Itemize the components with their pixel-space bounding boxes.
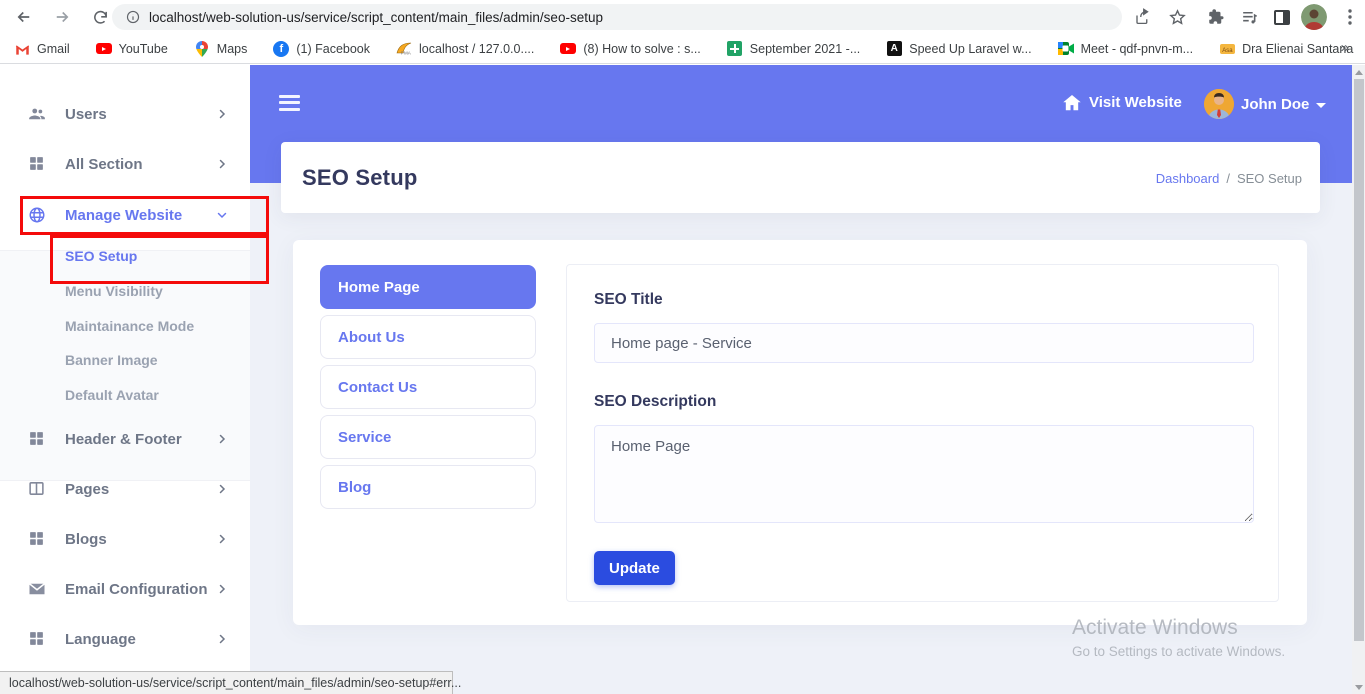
users-icon [28,105,46,123]
bookmark-gmail[interactable]: Gmail [14,41,70,57]
phpmyadmin-icon: PMA [396,41,412,57]
chevron-down-icon [216,209,228,221]
chrome-menu-icon[interactable] [1337,5,1363,29]
sidebar: Users All Section Manage Website SEO Set… [0,65,250,694]
side-panel-icon[interactable] [1269,5,1295,29]
caret-down-icon [1316,103,1326,108]
profile-avatar[interactable] [1301,5,1327,29]
link-status-bar: localhost/web-solution-us/service/script… [0,671,453,694]
chevron-right-icon [216,108,228,120]
activate-windows-watermark: Activate Windows Go to Settings to activ… [1072,616,1285,659]
chevron-right-icon [216,583,228,595]
submenu-item-default-avatar[interactable]: Default Avatar [0,380,250,410]
reload-icon[interactable] [88,5,112,29]
chevron-right-icon [216,533,228,545]
sidebar-item-manage-website[interactable]: Manage Website [0,198,250,232]
envelope-icon [28,580,46,598]
svg-text:PMA: PMA [401,51,411,56]
user-menu[interactable]: John Doe [1241,96,1326,113]
calendar-icon [727,41,743,57]
tab-home-page[interactable]: Home Page [320,265,536,309]
site-logo-icon: Asa [1219,41,1235,57]
site-info-icon[interactable] [126,10,140,24]
visit-website-link[interactable]: Visit Website [1063,94,1182,111]
tab-service[interactable]: Service [320,415,536,459]
tab-blog[interactable]: Blog [320,465,536,509]
page-header-card: SEO Setup Dashboard / SEO Setup [281,142,1320,213]
scroll-up-arrow[interactable] [1352,65,1365,79]
bookmark-youtube[interactable]: YouTube [96,41,168,57]
grid-icon [28,430,46,448]
tab-about-us[interactable]: About Us [320,315,536,359]
chevron-right-icon [216,433,228,445]
sidebar-item-header-footer[interactable]: Header & Footer [0,422,250,456]
tab-contact-us[interactable]: Contact Us [320,365,536,409]
bookmarks-overflow-chevron[interactable]: » [1341,39,1349,56]
home-icon [1063,95,1081,111]
breadcrumb-dashboard-link[interactable]: Dashboard [1156,171,1220,186]
extensions-puzzle-icon[interactable] [1203,5,1229,29]
grid-icon [28,630,46,648]
globe-icon [28,206,46,224]
breadcrumb-current: SEO Setup [1237,171,1302,186]
user-avatar[interactable] [1204,89,1234,119]
columns-icon [28,480,46,498]
page-title: SEO Setup [302,165,418,191]
bookmark-dra-elienai[interactable]: Asa Dra Elienai Santana [1219,41,1353,57]
breadcrumb-separator: / [1226,171,1230,186]
bookmark-phpmyadmin[interactable]: PMA localhost / 127.0.0.... [396,41,534,57]
sidebar-item-all-section[interactable]: All Section [0,147,250,181]
bookmark-facebook[interactable]: f (1) Facebook [273,41,370,57]
seo-description-textarea[interactable]: Home Page [594,425,1254,523]
sidebar-item-pages[interactable]: Pages [0,472,250,506]
submenu-item-seo-setup[interactable]: SEO Setup [0,241,250,271]
submenu-item-menu-visibility[interactable]: Menu Visibility [0,276,250,306]
page-scrollbar[interactable] [1352,65,1365,694]
back-icon[interactable] [12,5,36,29]
grid-icon [28,155,46,173]
sidebar-item-users[interactable]: Users [0,97,250,131]
bookmark-maps[interactable]: Maps [194,41,248,57]
bookmark-star-icon[interactable] [1164,5,1190,29]
scrollbar-thumb[interactable] [1354,79,1364,641]
chevron-right-icon [216,633,228,645]
share-icon[interactable] [1130,5,1156,29]
youtube-icon [560,41,576,57]
grid-icon [28,530,46,548]
sidebar-item-email-configuration[interactable]: Email Configuration [0,572,250,606]
sidebar-item-blogs[interactable]: Blogs [0,522,250,556]
submenu-item-banner-image[interactable]: Banner Image [0,345,250,375]
sidebar-item-language[interactable]: Language [0,622,250,656]
seo-title-label: SEO Title [594,291,663,309]
url-text: localhost/web-solution-us/service/script… [149,10,603,25]
meet-icon [1058,41,1074,57]
scroll-down-arrow[interactable] [1352,680,1365,694]
letter-a-icon: A [886,41,902,57]
seo-form-panel: SEO Title SEO Description Home Page Upda… [566,264,1279,602]
seo-description-label: SEO Description [594,393,716,411]
hamburger-menu-icon[interactable] [279,95,300,111]
address-bar[interactable]: localhost/web-solution-us/service/script… [112,4,1122,30]
maps-pin-icon [194,41,210,57]
bookmark-meet[interactable]: Meet - qdf-pnvn-m... [1058,41,1194,57]
facebook-icon: f [273,41,289,57]
youtube-icon [96,41,112,57]
seo-setup-card: Home Page About Us Contact Us Service Bl… [293,240,1307,625]
bookmark-laravel[interactable]: A Speed Up Laravel w... [886,41,1031,57]
breadcrumb: Dashboard / SEO Setup [1156,171,1302,186]
bookmark-howtosolve[interactable]: (8) How to solve : s... [560,41,700,57]
seo-title-input[interactable] [594,323,1254,363]
submenu-item-maintainance-mode[interactable]: Maintainance Mode [0,311,250,341]
playlist-extension-icon[interactable] [1236,5,1262,29]
forward-icon[interactable] [50,5,74,29]
update-button[interactable]: Update [594,551,675,585]
svg-text:Asa: Asa [1222,47,1233,53]
browser-toolbar: localhost/web-solution-us/service/script… [0,0,1365,34]
chevron-right-icon [216,483,228,495]
bookmark-september[interactable]: September 2021 -... [727,41,860,57]
gmail-icon [14,41,30,57]
chevron-right-icon [216,158,228,170]
bookmarks-bar: Gmail YouTube Maps f (1) Facebook PMA lo… [0,34,1365,64]
